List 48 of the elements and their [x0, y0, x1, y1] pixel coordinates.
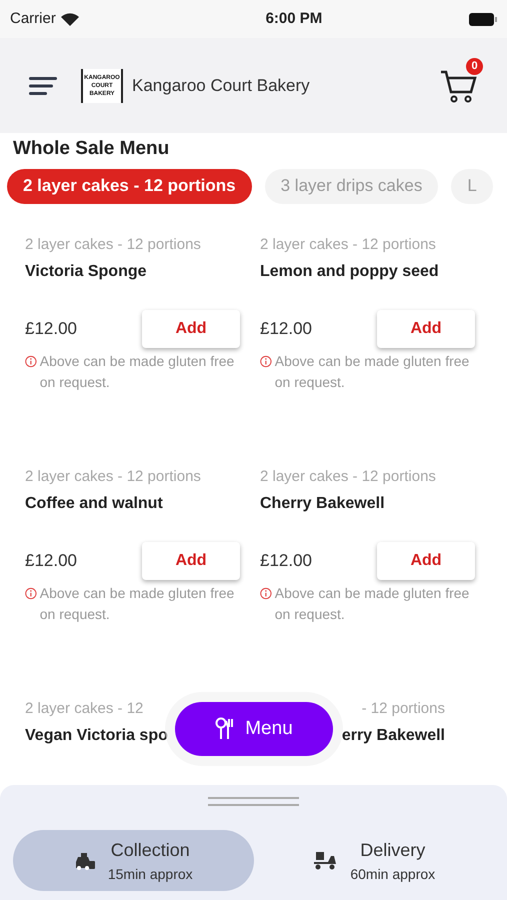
- gluten-note: Above can be made gluten free on request.: [40, 584, 236, 624]
- menu-icon[interactable]: [29, 76, 57, 96]
- product-category: - 12 portions: [362, 698, 445, 718]
- product-category: 2 layer cakes - 12 portions: [25, 466, 201, 486]
- wifi-icon: [60, 12, 79, 26]
- clock: 6:00 PM: [266, 8, 322, 29]
- product-name: Cherry Bakewell: [260, 494, 385, 514]
- product-name: erry Bakewell: [342, 726, 445, 746]
- add-button[interactable]: Add: [142, 310, 240, 348]
- product-category: 2 layer cakes - 12 portions: [260, 466, 436, 486]
- info-icon: [25, 354, 37, 369]
- gluten-note: Above can be made gluten free on request.: [274, 352, 470, 392]
- car-icon: [74, 850, 96, 870]
- info-icon: [260, 586, 272, 601]
- bakery-name: Kangaroo Court Bakery: [132, 74, 310, 97]
- order-type-option[interactable]: Delivery 60min approx: [254, 830, 494, 891]
- price: £12.00: [25, 550, 77, 572]
- order-time: 15min approx: [108, 864, 193, 884]
- product-category: 2 layer cakes - 12: [25, 698, 144, 718]
- product-name: Coffee and walnut: [25, 494, 163, 514]
- menu-button[interactable]: Menu: [175, 702, 333, 756]
- gluten-note: Above can be made gluten free on request.: [40, 352, 236, 392]
- price: £12.00: [260, 550, 312, 572]
- add-button[interactable]: Add: [377, 310, 475, 348]
- cart-badge: 0: [466, 58, 483, 74]
- drag-handle[interactable]: [208, 797, 299, 806]
- add-button[interactable]: Add: [142, 542, 240, 580]
- price: £12.00: [25, 318, 77, 340]
- gluten-note: Above can be made gluten free on request.: [274, 584, 470, 624]
- product-name: Vegan Victoria spo: [25, 726, 168, 746]
- product-name: Victoria Sponge: [25, 262, 147, 282]
- section-title: Whole Sale Menu: [12, 137, 170, 161]
- scooter-icon: [312, 850, 338, 872]
- product-category: 2 layer cakes - 12 portions: [25, 234, 201, 254]
- order-type-label: Collection: [110, 838, 190, 862]
- order-type-label: Delivery: [360, 838, 426, 862]
- order-type-option[interactable]: Collection 15min approx: [13, 830, 254, 891]
- battery-icon: [468, 12, 497, 26]
- cutlery-icon: [215, 717, 236, 741]
- product-name: Lemon and poppy seed: [260, 262, 439, 282]
- carrier-label: Carrier: [10, 8, 56, 29]
- order-time: 60min approx: [350, 864, 436, 884]
- price: £12.00: [260, 318, 312, 340]
- info-icon: [25, 586, 37, 601]
- add-button[interactable]: Add: [377, 542, 475, 580]
- product-category: 2 layer cakes - 12 portions: [260, 234, 436, 254]
- category-tab[interactable]: 2 layer cakes - 12 portions: [7, 168, 252, 204]
- info-icon: [260, 354, 272, 369]
